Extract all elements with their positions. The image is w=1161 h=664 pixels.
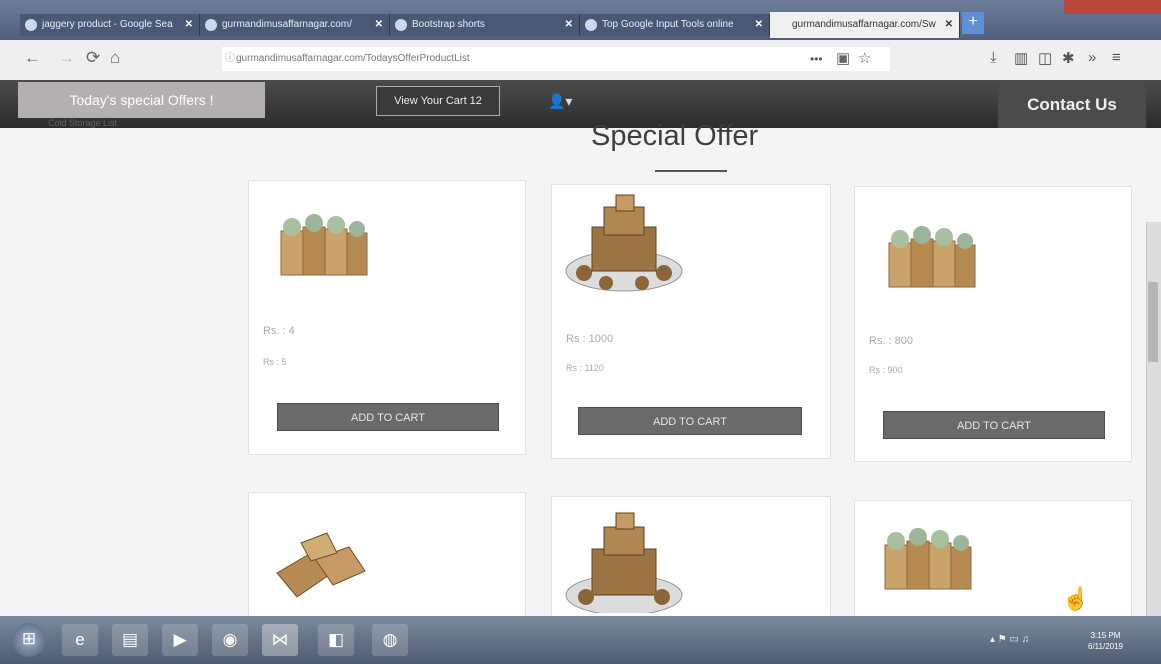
- scrollbar-thumb[interactable]: [1148, 282, 1158, 362]
- page-actions-menu[interactable]: •••: [810, 52, 823, 66]
- jaggery-cubes-image: [280, 214, 368, 276]
- page-title: Special Offer: [591, 120, 759, 152]
- product-price: Rs. : 4: [263, 325, 295, 337]
- media-player-icon[interactable]: ▶: [162, 624, 198, 656]
- tab-gurmandi-special[interactable]: gurmandimusaffarnagar.com/Sw ✕: [770, 12, 960, 38]
- close-tab-icon[interactable]: ✕: [565, 14, 573, 36]
- product-card: [248, 492, 526, 622]
- taskbar-clock[interactable]: 3:15 PM 6/11/2019: [1088, 630, 1123, 652]
- view-cart-button[interactable]: View Your Cart 12: [376, 86, 500, 116]
- tab-bootstrap[interactable]: Bootstrap shorts ✕: [390, 14, 580, 36]
- browser-tab-bar: jaggery product - Google Sea ✕ gurmandim…: [0, 0, 1161, 40]
- url-text: gurmandimusaffarnagar.com/TodaysOfferPro…: [236, 53, 470, 64]
- reload-icon[interactable]: ⟳: [86, 48, 100, 68]
- address-bar[interactable]: ⓘ gurmandimusaffarnagar.com/TodaysOfferP…: [222, 47, 890, 71]
- hamburger-menu-icon[interactable]: ≡: [1112, 49, 1121, 66]
- internet-explorer-icon[interactable]: e: [62, 624, 98, 656]
- jaggery-plate-image: [565, 512, 683, 613]
- cold-storage-link[interactable]: Cold Storage List: [48, 118, 117, 128]
- contact-us-button[interactable]: Contact Us: [998, 82, 1146, 128]
- download-icon[interactable]: ⤓: [990, 49, 997, 66]
- jaggery-plate-image: [565, 194, 683, 292]
- windows-taskbar: ⊞ e ▤ ▶ ◉ ⋈ ◧ ◍: [0, 616, 1161, 664]
- product-old-price: Rs : 900: [869, 365, 903, 375]
- app-icon[interactable]: ◧: [318, 624, 354, 656]
- close-tab-icon[interactable]: ✕: [185, 14, 193, 36]
- add-to-cart-button[interactable]: ADD TO CART: [883, 411, 1105, 439]
- product-card: [551, 496, 831, 622]
- add-to-cart-button[interactable]: ADD TO CART: [578, 407, 802, 435]
- product-card: Rs : 1000 Rs : 1120 ADD TO CART: [551, 184, 831, 459]
- library-icon[interactable]: ▥: [1014, 49, 1028, 67]
- overflow-chevron-icon[interactable]: »: [1088, 49, 1096, 66]
- browser-nav-bar: ← → ⟳ ⌂ ⓘ gurmandimusaffarnagar.com/Toda…: [0, 40, 1161, 81]
- product-card: Rs. : 4 Rs : 5 ADD TO CART: [248, 180, 526, 455]
- clock-date: 6/11/2019: [1088, 642, 1123, 651]
- close-tab-icon[interactable]: ✕: [945, 12, 953, 38]
- system-tray[interactable]: ▴ ⚑ ▭ ♫: [990, 634, 1029, 645]
- jaggery-cubes-image: [884, 528, 972, 590]
- jaggery-cubes-image: [888, 226, 976, 288]
- google-favicon-icon: [25, 19, 37, 31]
- window-controls[interactable]: [1064, 0, 1161, 14]
- bootstrap-favicon-icon: [395, 19, 407, 31]
- close-tab-icon[interactable]: ✕: [755, 14, 763, 36]
- tab-gurmandi[interactable]: gurmandimusaffarnagar.com/ ✕: [200, 14, 390, 36]
- tab-google-input-tools[interactable]: Top Google Input Tools online ✕: [580, 14, 770, 36]
- product-price: Rs. : 800: [869, 335, 914, 347]
- close-tab-icon[interactable]: ✕: [375, 14, 383, 36]
- start-button-icon[interactable]: ⊞: [12, 623, 46, 657]
- home-icon[interactable]: ⌂: [110, 48, 120, 68]
- bookmark-star-icon[interactable]: ☆: [858, 49, 871, 67]
- site-favicon-icon: [205, 19, 217, 31]
- sidebar-icon[interactable]: ◫: [1038, 49, 1052, 67]
- extension-icon[interactable]: ✱: [1062, 49, 1075, 67]
- file-explorer-icon[interactable]: ▤: [112, 624, 148, 656]
- product-old-price: Rs : 5: [263, 357, 287, 367]
- jaggery-chunks-image: [276, 532, 366, 598]
- visual-studio-icon[interactable]: ⋈: [262, 624, 298, 656]
- tab-jaggery-search[interactable]: jaggery product - Google Sea ✕: [20, 14, 200, 36]
- forward-arrow-icon[interactable]: →: [58, 48, 75, 68]
- pocket-icon[interactable]: ▣: [836, 49, 850, 67]
- product-card: Rs. : 800 Rs : 900 ADD TO CART: [854, 186, 1132, 462]
- chrome-icon[interactable]: ◉: [212, 624, 248, 656]
- product-old-price: Rs : 1120: [566, 363, 604, 373]
- user-account-icon[interactable]: 👤▾: [548, 93, 572, 110]
- google-favicon-icon: [585, 19, 597, 31]
- product-price: Rs : 1000: [566, 333, 614, 345]
- add-to-cart-button[interactable]: ADD TO CART: [277, 403, 499, 431]
- page-info-icon[interactable]: ⓘ: [225, 47, 235, 71]
- todays-offers-button[interactable]: Today's special Offers !: [18, 82, 265, 118]
- product-card: [854, 500, 1132, 622]
- firefox-icon[interactable]: ◍: [372, 624, 408, 656]
- new-tab-button[interactable]: +: [962, 12, 984, 34]
- title-underline: [655, 170, 727, 172]
- back-arrow-icon[interactable]: ←: [24, 48, 41, 68]
- clock-time: 3:15 PM: [1090, 631, 1121, 640]
- scroll-to-top-icon[interactable]: ☝: [1062, 586, 1089, 612]
